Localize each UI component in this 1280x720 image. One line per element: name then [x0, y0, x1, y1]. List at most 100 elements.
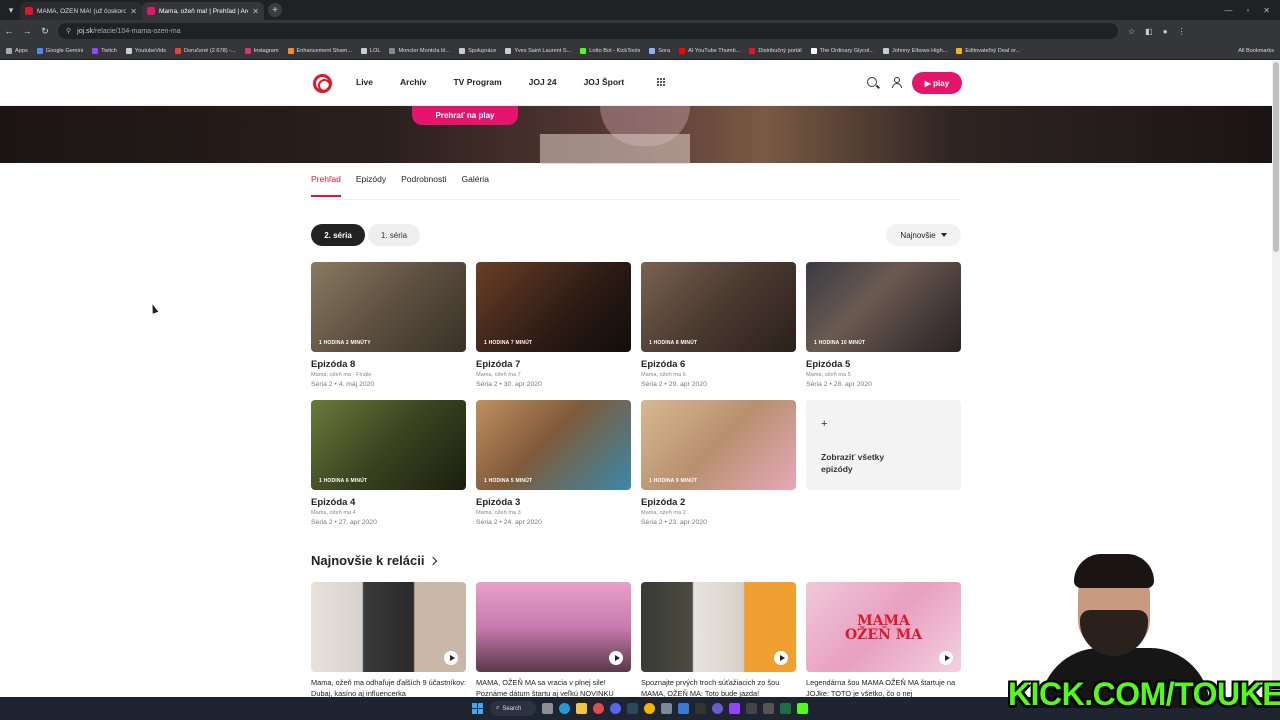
- terminal-icon[interactable]: [695, 703, 706, 714]
- app-icon[interactable]: [678, 703, 689, 714]
- joj-logo[interactable]: [313, 74, 332, 93]
- episode-title[interactable]: Epizóda 2: [641, 497, 796, 508]
- new-tab-button[interactable]: +: [268, 3, 282, 17]
- tab-galeria[interactable]: Galéria: [462, 174, 489, 197]
- back-icon[interactable]: ←: [0, 26, 18, 36]
- excel-icon[interactable]: [780, 703, 791, 714]
- bookmark-item[interactable]: Johnny Elbows High...: [883, 47, 947, 54]
- episode-card[interactable]: 1 HODINA 8 MINÚT Epizóda 6 Mama, ožeň ma 6…: [641, 262, 796, 388]
- tab-podrobnosti[interactable]: Podrobnosti: [401, 174, 446, 197]
- sort-dropdown[interactable]: Najnovšie: [886, 224, 961, 246]
- bookmark-item[interactable]: Editovateľný Deal or...: [956, 47, 1020, 54]
- user-icon[interactable]: [892, 77, 902, 88]
- close-tab-icon[interactable]: ✕: [252, 7, 259, 16]
- article-card[interactable]: MAMA OŽEŇ MA Legendárna šou MAMA OŽEŇ MA …: [806, 582, 961, 699]
- browser-tab-2[interactable]: Mama, ožeň ma! | Prehľad | Arc ✕: [142, 2, 264, 20]
- bookmark-item[interactable]: Yves Saint Laurent S...: [505, 47, 571, 54]
- bookmark-item[interactable]: Instagram: [244, 47, 279, 54]
- profile-icon[interactable]: ●: [1163, 27, 1168, 36]
- apps-grid-icon[interactable]: [657, 78, 665, 86]
- article-title[interactable]: Mama, ožeň ma odhaľuje ďalších 9 účastní…: [311, 678, 466, 699]
- chrome-icon[interactable]: [644, 703, 655, 714]
- article-title[interactable]: Spoznajte prvých troch súťažiacich zo šo…: [641, 678, 796, 699]
- play-icon[interactable]: [444, 651, 458, 665]
- app-icon[interactable]: [763, 703, 774, 714]
- bookmark-item[interactable]: Apps: [6, 47, 28, 54]
- steam-icon[interactable]: [627, 703, 638, 714]
- close-tab-icon[interactable]: ✕: [130, 7, 137, 16]
- kick-icon[interactable]: [797, 703, 808, 714]
- extension-icon[interactable]: ◧: [1145, 27, 1153, 36]
- tab-prehlad[interactable]: Prehľad: [311, 174, 341, 197]
- bookmark-star-icon[interactable]: ☆: [1128, 27, 1135, 36]
- article-thumbnail[interactable]: [311, 582, 466, 672]
- article-title[interactable]: Legendárna šou MAMA OŽEŇ MA štartuje na …: [806, 678, 961, 699]
- nav-joj-sport[interactable]: JOJ Šport: [584, 77, 625, 87]
- article-thumbnail[interactable]: MAMA OŽEŇ MA: [806, 582, 961, 672]
- task-view-icon[interactable]: [542, 703, 553, 714]
- taskbar-search[interactable]: ⌕ Search: [490, 701, 536, 716]
- minimize-icon[interactable]: —: [1224, 6, 1232, 15]
- maximize-icon[interactable]: ▫: [1246, 6, 1249, 15]
- bookmark-item[interactable]: AI YouTube Thumb...: [679, 47, 740, 54]
- joj-play-button[interactable]: ▶ play: [912, 72, 962, 94]
- episode-card[interactable]: 1 HODINA 7 MINÚT Epizóda 7 Mama, ožeň ma 7…: [476, 262, 631, 388]
- all-bookmarks-button[interactable]: All Bookmarks: [1238, 48, 1280, 54]
- bookmark-item[interactable]: Moncler Montcla bl...: [389, 47, 450, 54]
- article-card[interactable]: Spoznajte prvých troch súťažiacich zo šo…: [641, 582, 796, 699]
- article-title[interactable]: MAMA, OŽEŇ MA sa vracia v plnej sile! Po…: [476, 678, 631, 699]
- bookmark-item[interactable]: Google Gemini: [36, 47, 83, 54]
- discord-icon[interactable]: [610, 703, 621, 714]
- show-all-episodes-card[interactable]: + Zobraziť všetky epizódy: [806, 400, 961, 490]
- episode-card[interactable]: 1 HODINA 2 MINÚTY Epizóda 8 Mama, ožeň ma …: [311, 262, 466, 388]
- reload-icon[interactable]: ↻: [36, 26, 54, 37]
- episode-thumbnail[interactable]: 1 HODINA 2 MINÚTY: [311, 262, 466, 352]
- search-icon[interactable]: [867, 77, 877, 87]
- bookmark-item[interactable]: Distribučný portál: [749, 47, 802, 54]
- episode-card[interactable]: 1 HODINA 9 MINÚT Epizóda 2 Mama, ožeň ma 2…: [641, 400, 796, 526]
- bookmark-item[interactable]: Spolupráce: [459, 47, 496, 54]
- play-icon[interactable]: [774, 651, 788, 665]
- url-field[interactable]: ⚲ joj.sk/relacie/104-mama-ozen-ma: [58, 23, 1118, 39]
- nav-archiv[interactable]: Archív: [400, 77, 426, 87]
- bookmark-item[interactable]: LOL: [360, 47, 380, 54]
- episode-thumbnail[interactable]: 1 HODINA 6 MINÚT: [311, 400, 466, 490]
- episode-card[interactable]: 1 HODINA 10 MINÚT Epizóda 5 Mama, ožeň ma …: [806, 262, 961, 388]
- app-icon[interactable]: [712, 703, 723, 714]
- episode-thumbnail[interactable]: 1 HODINA 5 MINÚT: [476, 400, 631, 490]
- bookmark-item[interactable]: Twitch: [92, 47, 117, 54]
- article-card[interactable]: MAMA, OŽEŇ MA sa vracia v plnej sile! Po…: [476, 582, 631, 699]
- file-explorer-icon[interactable]: [576, 703, 587, 714]
- bookmark-item[interactable]: YoutubeVids: [125, 47, 166, 54]
- episode-card[interactable]: 1 HODINA 5 MINÚT Epizóda 3 Mama, ožeň ma 3…: [476, 400, 631, 526]
- nav-live[interactable]: Live: [356, 77, 373, 87]
- episode-thumbnail[interactable]: 1 HODINA 7 MINÚT: [476, 262, 631, 352]
- app-icon[interactable]: [593, 703, 604, 714]
- article-thumbnail[interactable]: [476, 582, 631, 672]
- play-icon[interactable]: [939, 651, 953, 665]
- season-1-chip[interactable]: 1. séria: [368, 224, 420, 246]
- bookmark-item[interactable]: Doručené (2 678) -...: [175, 47, 236, 54]
- episode-card[interactable]: 1 HODINA 6 MINÚT Epizóda 4 Mama, ožeň ma 4…: [311, 400, 466, 526]
- article-thumbnail[interactable]: [641, 582, 796, 672]
- season-2-chip[interactable]: 2. séria: [311, 224, 365, 246]
- episode-title[interactable]: Epizóda 7: [476, 359, 631, 370]
- play-icon[interactable]: [609, 651, 623, 665]
- article-card[interactable]: Mama, ožeň ma odhaľuje ďalších 9 účastní…: [311, 582, 466, 699]
- episode-title[interactable]: Epizóda 4: [311, 497, 466, 508]
- latest-section-title[interactable]: Najnovšie k relácii: [311, 553, 438, 568]
- app-icon[interactable]: [746, 703, 757, 714]
- scrollbar-thumb[interactable]: [1273, 62, 1279, 252]
- episode-thumbnail[interactable]: 1 HODINA 8 MINÚT: [641, 262, 796, 352]
- tab-search-icon[interactable]: ▾: [2, 1, 20, 19]
- play-on-joj-button[interactable]: Prehrať na play: [412, 106, 518, 125]
- episode-title[interactable]: Epizóda 5: [806, 359, 961, 370]
- forward-icon[interactable]: →: [18, 26, 36, 36]
- close-window-icon[interactable]: ✕: [1263, 6, 1270, 15]
- site-info-icon[interactable]: ⚲: [66, 27, 71, 35]
- nav-joj24[interactable]: JOJ 24: [529, 77, 557, 87]
- edge-icon[interactable]: [559, 703, 570, 714]
- episode-title[interactable]: Epizóda 8: [311, 359, 466, 370]
- bookmark-item[interactable]: Sora: [649, 47, 670, 54]
- bookmark-item[interactable]: Enhancement Sham...: [287, 47, 352, 54]
